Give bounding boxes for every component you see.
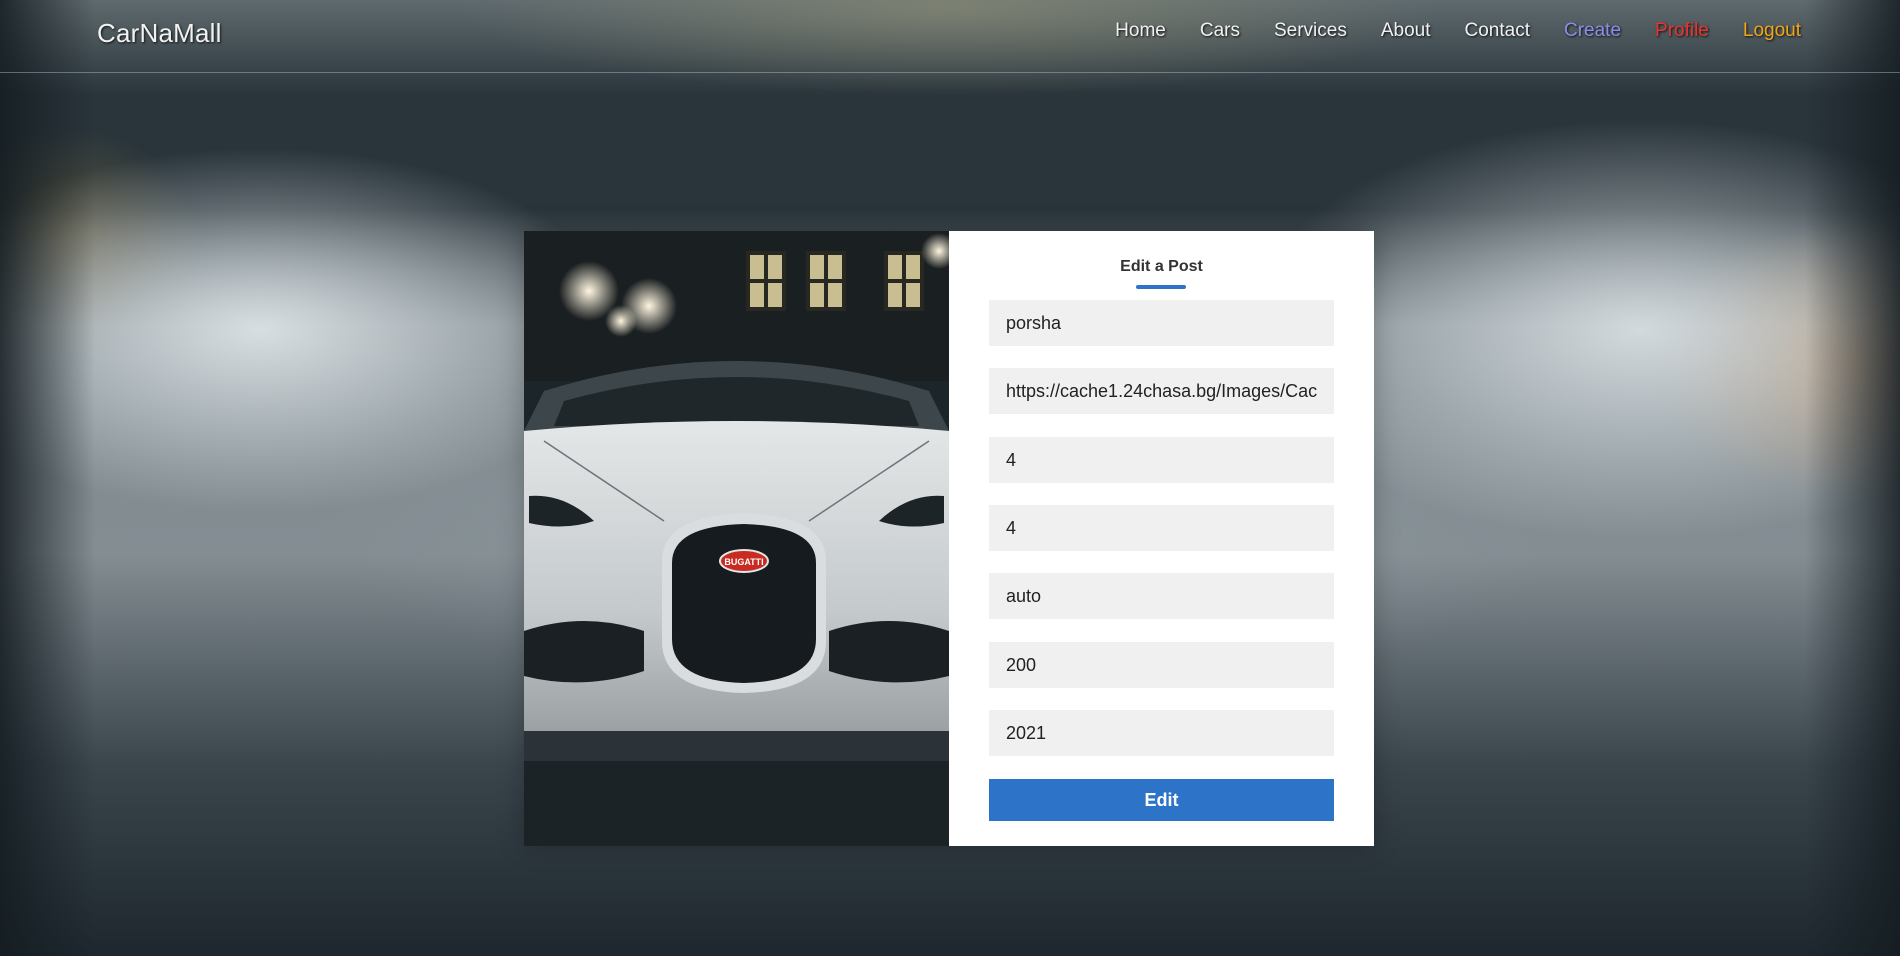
- edit-post-form: Edit a Post Edit: [949, 231, 1374, 846]
- car-illustration: BUGATTI: [524, 231, 949, 846]
- main-nav: Home Cars Services About Contact Create …: [1115, 20, 1801, 42]
- nav-create[interactable]: Create: [1564, 20, 1621, 42]
- nav-logout[interactable]: Logout: [1743, 20, 1801, 42]
- nav-home[interactable]: Home: [1115, 20, 1166, 42]
- seats-field[interactable]: [989, 505, 1334, 551]
- edit-post-card: BUGATTI Edit a Post Edit: [524, 231, 1374, 846]
- car-photo: BUGATTI: [524, 231, 949, 846]
- brand-logo[interactable]: CarNaMall: [97, 18, 222, 49]
- bugatti-badge: BUGATTI: [724, 557, 763, 567]
- year-field[interactable]: [989, 710, 1334, 756]
- form-title: Edit a Post: [1120, 258, 1203, 275]
- nav-services[interactable]: Services: [1274, 20, 1347, 42]
- nav-cars[interactable]: Cars: [1200, 20, 1240, 42]
- transmission-field[interactable]: [989, 573, 1334, 619]
- nav-profile[interactable]: Profile: [1655, 20, 1709, 42]
- model-field[interactable]: [989, 300, 1334, 346]
- edit-button[interactable]: Edit: [989, 779, 1334, 821]
- nav-contact[interactable]: Contact: [1465, 20, 1530, 42]
- navbar: CarNaMall Home Cars Services About Conta…: [0, 0, 1900, 73]
- doors-field[interactable]: [989, 437, 1334, 483]
- image-url-field[interactable]: [989, 368, 1334, 414]
- nav-about[interactable]: About: [1381, 20, 1431, 42]
- price-field[interactable]: [989, 642, 1334, 688]
- title-underline: [1136, 285, 1186, 289]
